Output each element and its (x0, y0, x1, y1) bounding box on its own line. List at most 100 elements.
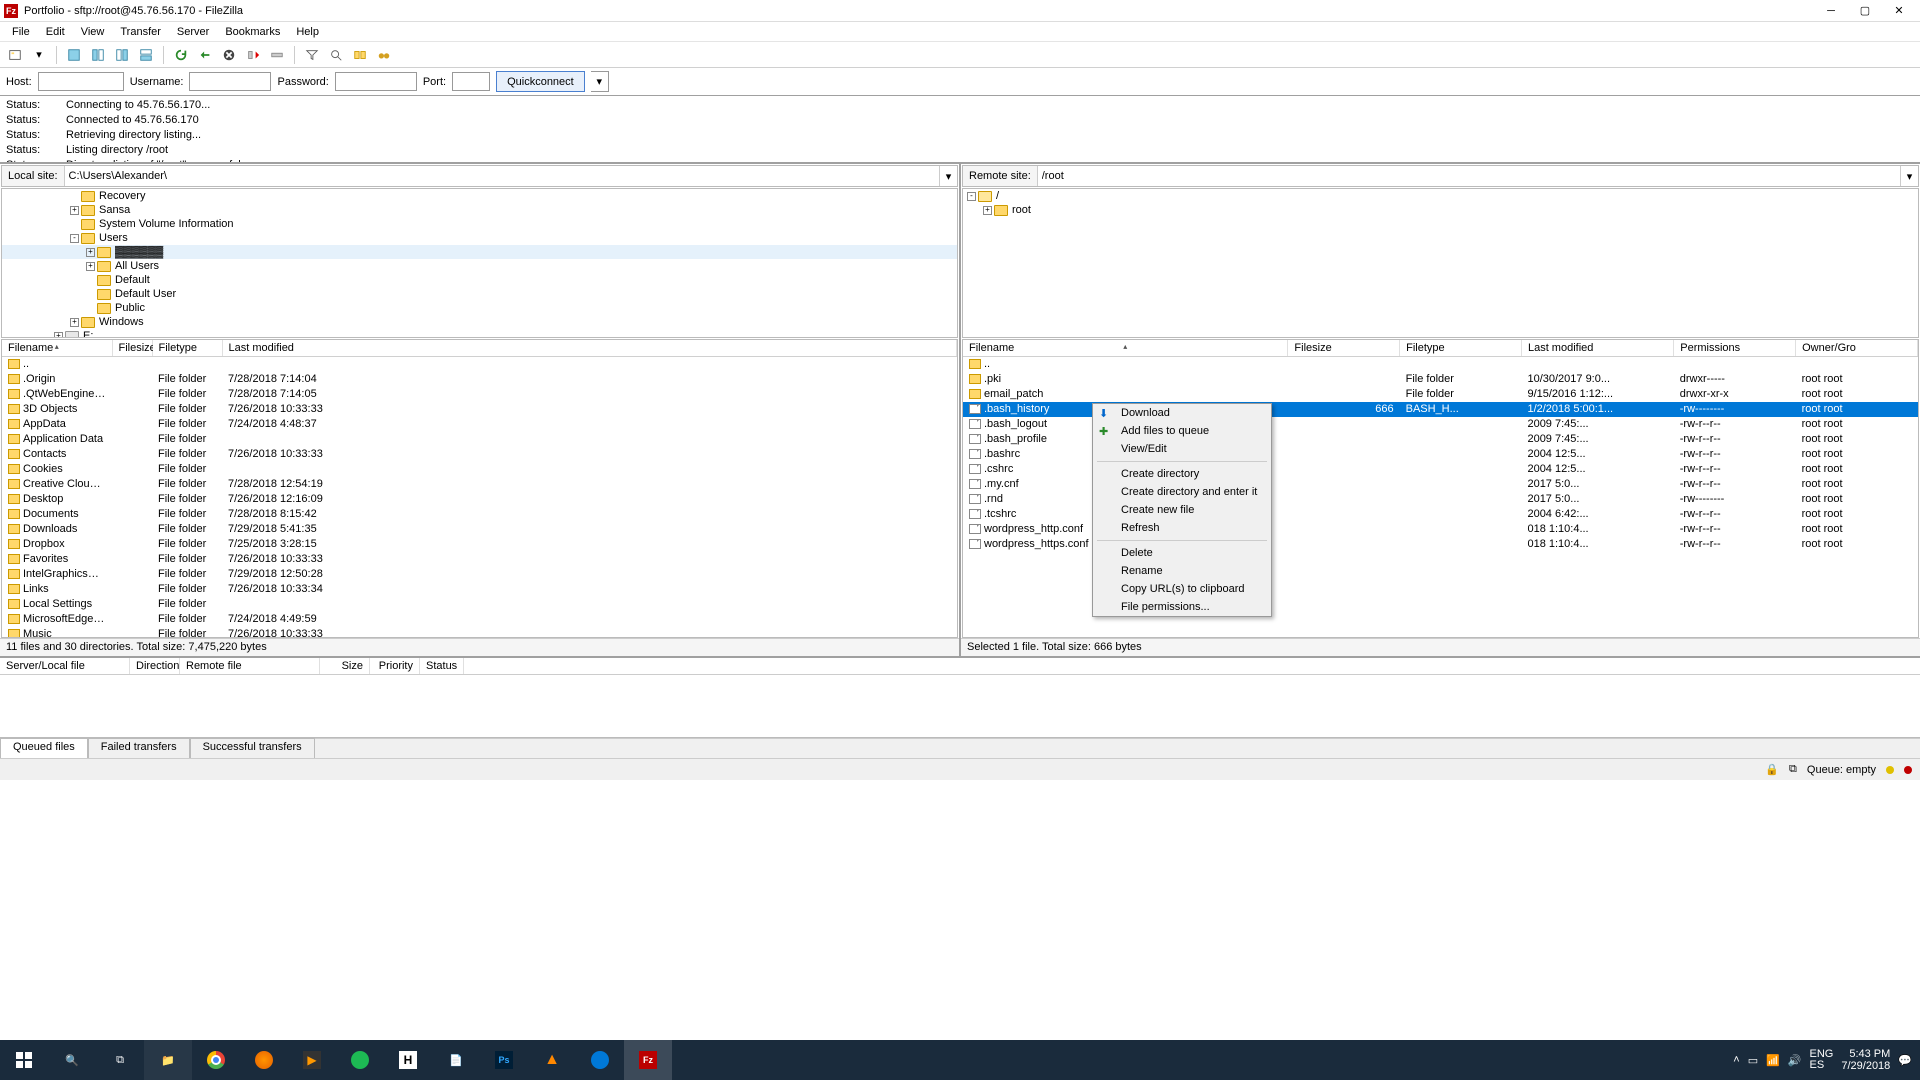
tree-node[interactable]: +All Users (2, 259, 957, 273)
compare-icon[interactable] (349, 44, 371, 66)
tree-node[interactable]: +▓▓▓▓▓▓ (2, 245, 957, 259)
vlc-icon[interactable]: ▲ (528, 1040, 576, 1080)
menu-server[interactable]: Server (169, 24, 217, 40)
file-row[interactable]: ContactsFile folder7/26/2018 10:33:33 (2, 447, 957, 462)
tray-notifications-icon[interactable]: 💬 (1898, 1054, 1912, 1067)
ctx-delete[interactable]: Delete (1093, 544, 1271, 562)
column-header[interactable]: Filesize (1288, 340, 1400, 357)
toggle-localtree-icon[interactable] (87, 44, 109, 66)
process-queue-icon[interactable] (194, 44, 216, 66)
transfer-queue[interactable]: Server/Local fileDirectionRemote fileSiz… (0, 658, 1920, 738)
filezilla-taskbar-icon[interactable]: Fz (624, 1040, 672, 1080)
remote-path-dropdown[interactable]: ▾ (1900, 166, 1918, 186)
host-input[interactable] (38, 72, 124, 91)
toggle-remotetree-icon[interactable] (111, 44, 133, 66)
sublime-icon[interactable]: ▶ (288, 1040, 336, 1080)
toggle-queue-icon[interactable] (135, 44, 157, 66)
tray-clock[interactable]: 5:43 PM7/29/2018 (1841, 1048, 1890, 1072)
queue-col[interactable]: Priority (370, 658, 420, 674)
file-row[interactable]: CookiesFile folder (2, 462, 957, 477)
menu-bookmarks[interactable]: Bookmarks (217, 24, 288, 40)
file-row[interactable]: DesktopFile folder7/26/2018 12:16:09 (2, 492, 957, 507)
column-header[interactable]: Last modified (222, 340, 957, 357)
menu-help[interactable]: Help (288, 24, 327, 40)
username-input[interactable] (189, 72, 271, 91)
local-path-input[interactable] (65, 166, 939, 186)
ctx-copy-url-s-to-clipboard[interactable]: Copy URL(s) to clipboard (1093, 580, 1271, 598)
explorer-icon[interactable]: 📁 (144, 1040, 192, 1080)
start-button[interactable] (0, 1040, 48, 1080)
column-header[interactable]: Filename▴ (963, 340, 1288, 357)
menu-transfer[interactable]: Transfer (112, 24, 169, 40)
queue-col[interactable]: Status (420, 658, 464, 674)
refresh-icon[interactable] (170, 44, 192, 66)
ctx-rename[interactable]: Rename (1093, 562, 1271, 580)
file-row[interactable]: DropboxFile folder7/25/2018 3:28:15 (2, 537, 957, 552)
file-row[interactable]: Creative Cloud F...File folder7/28/2018 … (2, 477, 957, 492)
tree-node[interactable]: -Users (2, 231, 957, 245)
file-row[interactable]: AppDataFile folder7/24/2018 4:48:37 (2, 417, 957, 432)
column-header[interactable]: Owner/Gro (1796, 340, 1918, 357)
column-header[interactable]: Filesize (112, 340, 152, 357)
file-row[interactable]: .OriginFile folder7/28/2018 7:14:04 (2, 372, 957, 387)
local-filelist[interactable]: Filename▴FilesizeFiletypeLast modified..… (1, 339, 958, 638)
column-header[interactable]: Filetype (1400, 340, 1522, 357)
ctx-download[interactable]: ⬇Download (1093, 404, 1271, 422)
taskview-button[interactable]: ⧉ (96, 1040, 144, 1080)
column-header[interactable]: Last modified (1521, 340, 1673, 357)
file-row[interactable]: LinksFile folder7/26/2018 10:33:34 (2, 582, 957, 597)
firefox-icon[interactable] (240, 1040, 288, 1080)
quickconnect-dropdown[interactable]: ▾ (591, 71, 609, 92)
ctx-view-edit[interactable]: View/Edit (1093, 440, 1271, 458)
reconnect-icon[interactable] (266, 44, 288, 66)
ctx-create-directory-and-enter-it[interactable]: Create directory and enter it (1093, 483, 1271, 501)
binoculars-icon[interactable] (373, 44, 395, 66)
menu-view[interactable]: View (73, 24, 113, 40)
tree-node[interactable]: System Volume Information (2, 217, 957, 231)
message-log[interactable]: Status:Connecting to 45.76.56.170...Stat… (0, 96, 1920, 164)
remote-tree[interactable]: -/+root (962, 188, 1919, 338)
tree-node[interactable]: Recovery (2, 189, 957, 203)
file-row[interactable]: IntelGraphicsPro...File folder7/29/2018 … (2, 567, 957, 582)
file-row[interactable]: 3D ObjectsFile folder7/26/2018 10:33:33 (2, 402, 957, 417)
file-row[interactable]: .QtWebEnginePr...File folder7/28/2018 7:… (2, 387, 957, 402)
photoshop-icon[interactable]: Ps (480, 1040, 528, 1080)
file-row[interactable]: FavoritesFile folder7/26/2018 10:33:33 (2, 552, 957, 567)
toggle-log-icon[interactable] (63, 44, 85, 66)
cancel-icon[interactable] (218, 44, 240, 66)
remote-path-input[interactable] (1038, 166, 1900, 186)
tab-queued[interactable]: Queued files (0, 738, 88, 758)
local-tree[interactable]: Recovery+SansaSystem Volume Information-… (1, 188, 958, 338)
ctx-add-files-to-queue[interactable]: ✚Add files to queue (1093, 422, 1271, 440)
file-row[interactable]: Application DataFile folder (2, 432, 957, 447)
ctx-refresh[interactable]: Refresh (1093, 519, 1271, 537)
minimize-button[interactable]: ─ (1814, 1, 1848, 21)
tray-lang[interactable]: ENGES (1810, 1049, 1834, 1071)
tree-node[interactable]: +Sansa (2, 203, 957, 217)
quickconnect-button[interactable]: Quickconnect (496, 71, 585, 92)
tree-node[interactable]: +Windows (2, 315, 957, 329)
menu-edit[interactable]: Edit (38, 24, 73, 40)
chrome-icon[interactable] (192, 1040, 240, 1080)
tree-node[interactable]: +root (963, 203, 1918, 217)
queue-col[interactable]: Size (320, 658, 370, 674)
tree-node[interactable]: Default User (2, 287, 957, 301)
dropdown-icon[interactable]: ▾ (28, 44, 50, 66)
column-header[interactable]: Filetype (152, 340, 222, 357)
tree-node[interactable]: Default (2, 273, 957, 287)
local-path-dropdown[interactable]: ▾ (939, 166, 957, 186)
menu-file[interactable]: File (4, 24, 38, 40)
tab-successful[interactable]: Successful transfers (190, 738, 315, 758)
search-icon[interactable] (325, 44, 347, 66)
tray-wifi-icon[interactable]: 📶 (1766, 1054, 1780, 1067)
search-button[interactable]: 🔍 (48, 1040, 96, 1080)
tree-node[interactable]: +E: (2, 329, 957, 338)
file-row[interactable]: .pkiFile folder10/30/2017 9:0...drwxr---… (963, 372, 1918, 387)
system-tray[interactable]: ˄ ▭ 📶 🔊 ENGES 5:43 PM7/29/2018 💬 (1725, 1048, 1920, 1072)
ctx-create-new-file[interactable]: Create new file (1093, 501, 1271, 519)
filter-icon[interactable] (301, 44, 323, 66)
file-row[interactable]: DownloadsFile folder7/29/2018 5:41:35 (2, 522, 957, 537)
file-row[interactable]: email_patchFile folder9/15/2016 1:12:...… (963, 387, 1918, 402)
app-h-icon[interactable]: H (384, 1040, 432, 1080)
column-header[interactable]: Filename▴ (2, 340, 112, 357)
